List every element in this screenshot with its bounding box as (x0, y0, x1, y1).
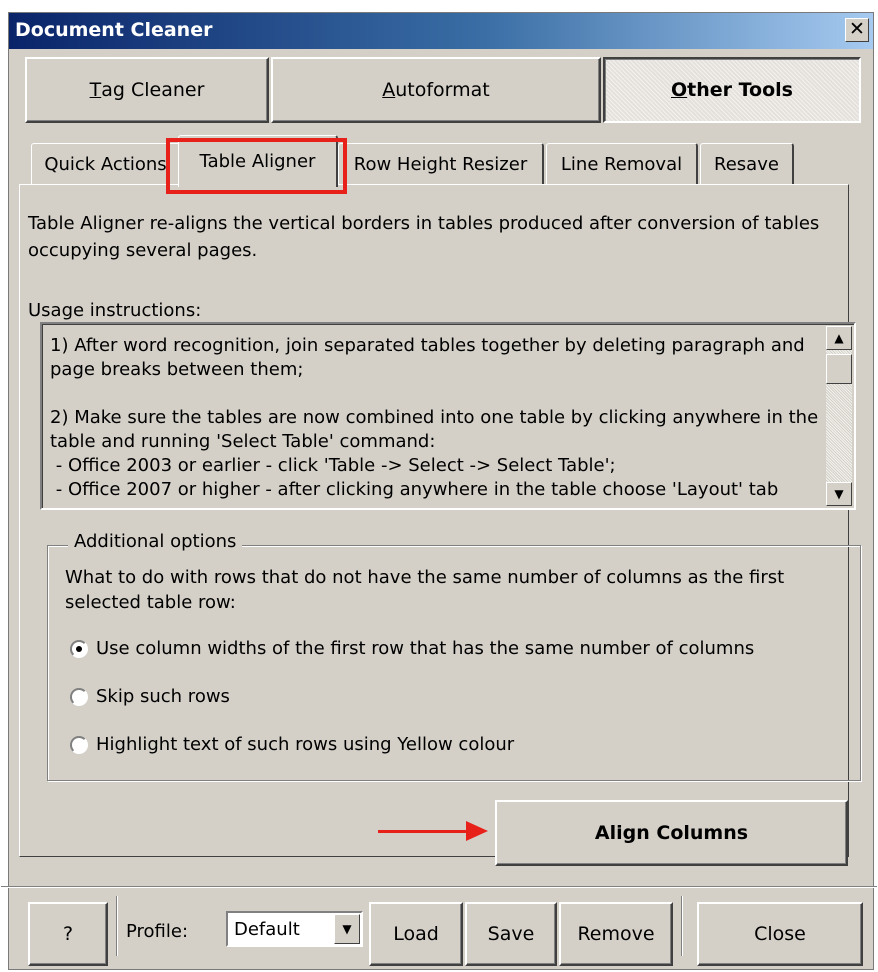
remove-label: Remove (577, 923, 655, 945)
radio-skip-rows-label: Skip such rows (96, 686, 230, 707)
remove-button[interactable]: Remove (559, 902, 673, 966)
radio-button-icon[interactable] (70, 735, 88, 754)
load-label: Load (393, 923, 439, 945)
tag-cleaner-button[interactable]: Tag Cleaner (25, 57, 269, 123)
tab-row-height-resizer-label: Row Height Resizer (353, 154, 528, 175)
scroll-thumb[interactable] (826, 354, 852, 384)
tab-line-removal[interactable]: Line Removal (546, 143, 698, 185)
additional-options-question: What to do with rows that do not have th… (65, 567, 785, 613)
radio-highlight-text[interactable]: Highlight text of such rows using Yellow… (70, 734, 514, 755)
usage-instructions-text: 1) After word recognition, join separate… (50, 335, 819, 500)
bottom-separator (1, 886, 877, 888)
help-button[interactable]: ? (28, 902, 108, 966)
tab-quick-actions[interactable]: Quick Actions (31, 143, 181, 185)
tab-resave-label: Resave (714, 154, 779, 175)
usage-scrollbar[interactable]: ▲ ▼ (826, 326, 852, 506)
load-button[interactable]: Load (369, 902, 463, 966)
profile-select-value: Default (234, 919, 300, 940)
vertical-separator (681, 896, 683, 956)
radio-button-icon[interactable] (70, 639, 88, 658)
scroll-up-icon[interactable]: ▲ (826, 326, 852, 350)
scroll-down-icon[interactable]: ▼ (826, 482, 852, 506)
profile-label: Profile: (126, 921, 189, 942)
other-tools-mnemonic: O (670, 79, 688, 101)
tab-quick-actions-label: Quick Actions (44, 154, 167, 175)
autoformat-label: utoformat (395, 79, 490, 101)
radio-highlight-text-label: Highlight text of such rows using Yellow… (96, 734, 515, 755)
window-title: Document Cleaner (15, 19, 213, 41)
tab-resave[interactable]: Resave (700, 143, 794, 185)
radio-button-icon[interactable] (70, 687, 88, 706)
align-columns-label: Align Columns (594, 822, 749, 844)
annotation-arrow-line (378, 830, 470, 833)
radio-skip-rows[interactable]: Skip such rows (70, 686, 230, 707)
autoformat-button[interactable]: Autoformat (271, 57, 601, 123)
close-label: Close (754, 923, 806, 945)
align-columns-button[interactable]: Align Columns (495, 800, 848, 866)
close-window-icon[interactable]: ✕ (845, 18, 869, 42)
autoformat-mnemonic: A (382, 79, 396, 101)
other-tools-button[interactable]: Other Tools (603, 57, 861, 123)
vertical-separator (116, 896, 118, 956)
close-button[interactable]: Close (697, 902, 863, 966)
save-button[interactable]: Save (465, 902, 557, 966)
profile-select[interactable]: Default ▼ (226, 911, 363, 947)
radio-use-column-widths-label: Use column widths of the first row that … (96, 638, 755, 659)
tab-row-height-resizer[interactable]: Row Height Resizer (338, 143, 544, 185)
save-label: Save (487, 923, 535, 945)
radio-use-column-widths[interactable]: Use column widths of the first row that … (70, 638, 754, 659)
tab-line-removal-label: Line Removal (560, 154, 683, 175)
chevron-down-icon[interactable]: ▼ (334, 914, 360, 944)
tag-cleaner-mnemonic: T (89, 79, 102, 101)
annotation-highlight-box (166, 138, 347, 194)
additional-options-legend: Additional options (68, 531, 243, 552)
usage-instructions-textbox[interactable]: 1) After word recognition, join separate… (40, 322, 856, 510)
usage-instructions-label: Usage instructions: (28, 300, 202, 321)
title-bar[interactable]: Document Cleaner ✕ (9, 13, 873, 49)
other-tools-label: ther Tools (687, 79, 793, 101)
panel-description: Table Aligner re-aligns the vertical bor… (28, 213, 820, 261)
annotation-arrow-head-icon (466, 821, 488, 841)
help-label: ? (62, 923, 74, 945)
tag-cleaner-label: ag Cleaner (101, 79, 205, 101)
